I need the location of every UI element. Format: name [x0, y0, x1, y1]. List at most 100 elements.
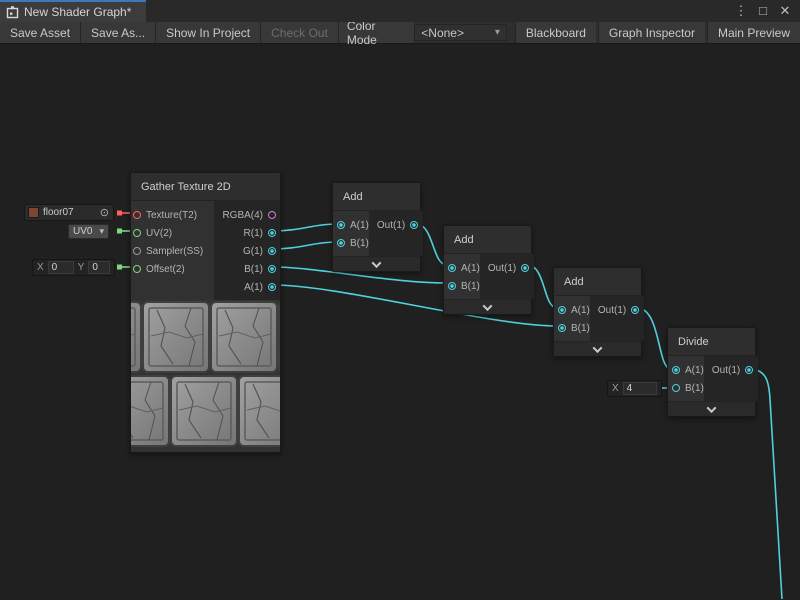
port-row-rgba: RGBA(4)	[214, 206, 280, 224]
document-tab[interactable]: New Shader Graph*	[0, 0, 146, 22]
input-port-a[interactable]	[558, 306, 566, 314]
offset-x-label: X	[37, 262, 44, 273]
output-port-a[interactable]	[268, 283, 276, 291]
node-add-3[interactable]: Add A(1) B(1) Out(1)	[553, 267, 642, 357]
divide-b-input[interactable]	[623, 382, 657, 395]
node-title[interactable]: Gather Texture 2D	[131, 173, 280, 201]
output-port-g[interactable]	[268, 247, 276, 255]
toolbar-right-group: Color Mode <None> ▾ Blackboard Graph Ins…	[339, 22, 800, 43]
gather-output-column: RGBA(4) R(1) G(1) B(1)	[214, 201, 280, 300]
title-bar: New Shader Graph* ⋮ □ ✕	[0, 0, 800, 22]
output-port-r[interactable]	[268, 229, 276, 237]
uv-widget-dot	[117, 229, 122, 234]
offset-vector2-widget: X Y	[32, 259, 115, 276]
chevron-down-icon	[483, 301, 493, 311]
node-gather-texture-2d[interactable]: Gather Texture 2D Texture(T2) UV(2) Samp…	[130, 172, 281, 453]
color-mode-value: <None>	[421, 26, 464, 40]
port-label-b: B(1)	[461, 281, 480, 292]
port-label-texture: Texture(T2)	[146, 210, 197, 221]
wire-g-to-add1-b[interactable]	[273, 242, 336, 249]
node-title[interactable]: Add	[444, 226, 531, 254]
input-port-uv[interactable]	[133, 229, 141, 237]
port-label-a: A(1)	[244, 282, 263, 293]
output-port-b[interactable]	[268, 265, 276, 273]
output-port-out[interactable]	[521, 264, 529, 272]
input-port-offset[interactable]	[133, 265, 141, 273]
color-mode-dropdown[interactable]: <None> ▾	[414, 24, 507, 41]
save-asset-button[interactable]: Save Asset	[0, 22, 81, 43]
port-label-offset: Offset(2)	[146, 264, 185, 275]
graph-inspector-toggle-button[interactable]: Graph Inspector	[598, 22, 705, 43]
port-label-rgba: RGBA(4)	[222, 210, 263, 221]
preview-collapse-button[interactable]	[668, 401, 755, 416]
port-label-uv: UV(2)	[146, 228, 172, 239]
preview-collapse-button[interactable]	[333, 256, 420, 271]
divide-b-x-label: X	[612, 383, 619, 394]
port-row-out: Out(1)	[590, 301, 644, 319]
port-label-r: R(1)	[244, 228, 263, 239]
port-row-a: A(1)	[668, 361, 704, 379]
texture-widget-dot	[117, 211, 122, 216]
port-label-a: A(1)	[461, 263, 480, 274]
port-row-a: A(1)	[333, 216, 369, 234]
preview-collapse-button[interactable]	[554, 341, 641, 356]
port-row-out: Out(1)	[704, 361, 758, 379]
main-preview-toggle-button[interactable]: Main Preview	[707, 22, 800, 43]
port-label-a: A(1)	[685, 365, 704, 376]
wire-r-to-add1-a[interactable]	[273, 224, 336, 231]
shader-graph-window: New Shader Graph* ⋮ □ ✕ Save Asset Save …	[0, 0, 800, 600]
dropdown-arrow-icon: ▾	[99, 226, 104, 237]
port-label-b: B(1)	[685, 383, 704, 394]
uv-channel-dropdown[interactable]: UV0 ▾	[68, 224, 109, 239]
port-row-uv: UV(2)	[131, 224, 214, 242]
port-row-b: B(1)	[554, 319, 590, 337]
graph-canvas[interactable]: Gather Texture 2D Texture(T2) UV(2) Samp…	[0, 44, 800, 599]
port-row-r: R(1)	[214, 224, 280, 242]
port-row-b: B(1)	[333, 234, 369, 252]
close-icon[interactable]: ✕	[776, 1, 794, 21]
node-add-2[interactable]: Add A(1) B(1) Out(1)	[443, 225, 532, 315]
input-port-a[interactable]	[448, 264, 456, 272]
port-label-out: Out(1)	[712, 365, 740, 376]
output-port-rgba[interactable]	[268, 211, 276, 219]
port-label-out: Out(1)	[377, 220, 405, 231]
node-title[interactable]: Add	[333, 183, 420, 211]
input-port-sampler[interactable]	[133, 247, 141, 255]
port-row-a: A(1)	[554, 301, 590, 319]
node-title[interactable]: Add	[554, 268, 641, 296]
port-row-out: Out(1)	[480, 259, 534, 277]
preview-collapse-button[interactable]	[444, 299, 531, 314]
input-port-b[interactable]	[337, 239, 345, 247]
input-port-a[interactable]	[672, 366, 680, 374]
input-port-b[interactable]	[558, 324, 566, 332]
node-add-1[interactable]: Add A(1) B(1) Out(1)	[332, 182, 421, 272]
port-row-b: B(1)	[214, 260, 280, 278]
maximize-icon[interactable]: □	[754, 1, 772, 21]
output-port-out[interactable]	[631, 306, 639, 314]
port-row-out: Out(1)	[369, 216, 423, 234]
port-row-g: G(1)	[214, 242, 280, 260]
port-label-b: B(1)	[571, 323, 590, 334]
texture-object-field[interactable]: floor07 ⊙	[24, 204, 114, 221]
shader-graph-icon	[6, 6, 19, 19]
window-controls: ⋮ □ ✕	[732, 0, 800, 22]
output-port-out[interactable]	[410, 221, 418, 229]
save-as-button[interactable]: Save As...	[81, 22, 156, 43]
node-divide[interactable]: Divide A(1) B(1) Out(1)	[667, 327, 756, 417]
input-port-b[interactable]	[448, 282, 456, 290]
port-row-texture: Texture(T2)	[131, 206, 214, 224]
port-row-sampler: Sampler(SS)	[131, 242, 214, 260]
chevron-down-icon	[593, 343, 603, 353]
offset-y-input[interactable]	[88, 261, 110, 274]
input-port-a[interactable]	[337, 221, 345, 229]
kebab-menu-icon[interactable]: ⋮	[732, 1, 750, 21]
output-port-out[interactable]	[745, 366, 753, 374]
object-picker-icon[interactable]: ⊙	[100, 206, 109, 219]
port-label-a: A(1)	[571, 305, 590, 316]
input-port-texture[interactable]	[133, 211, 141, 219]
show-in-project-button[interactable]: Show In Project	[156, 22, 261, 43]
input-port-b[interactable]	[672, 384, 680, 392]
blackboard-toggle-button[interactable]: Blackboard	[515, 22, 596, 43]
offset-x-input[interactable]	[48, 261, 74, 274]
node-title[interactable]: Divide	[668, 328, 755, 356]
